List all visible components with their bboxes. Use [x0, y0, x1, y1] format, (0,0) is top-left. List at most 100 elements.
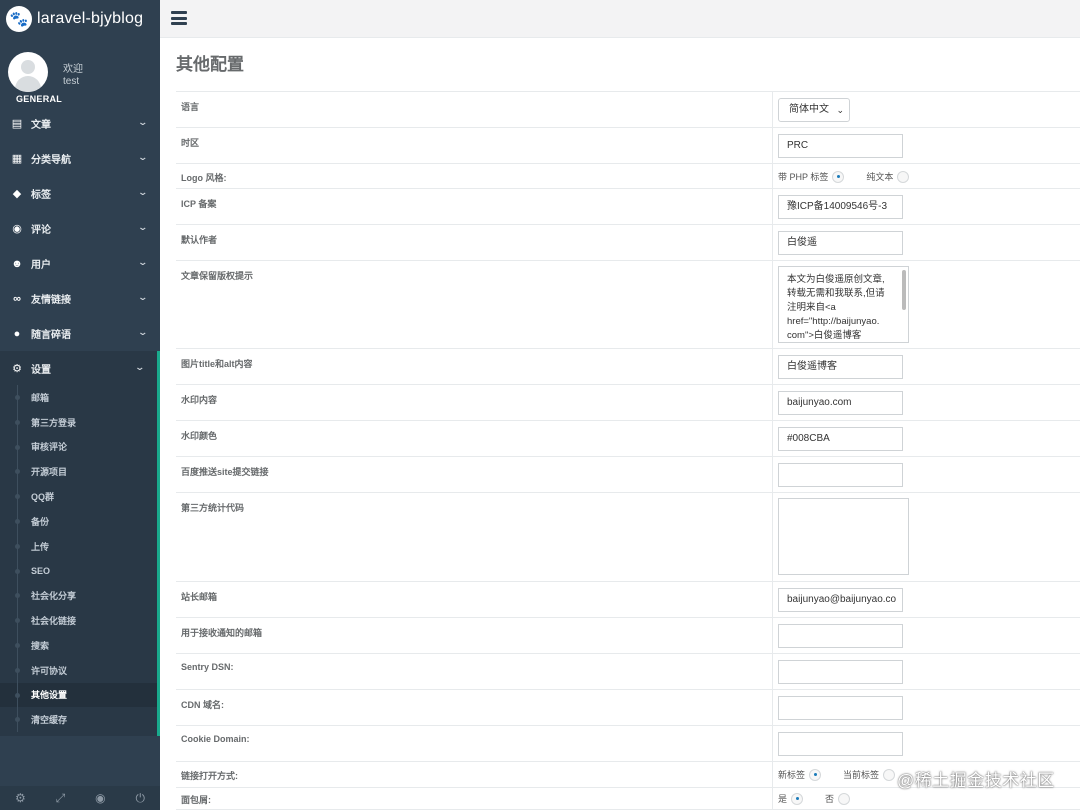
field-label: 语言	[176, 92, 773, 127]
submenu-item-clear-cache[interactable]: 清空缓存	[0, 707, 157, 732]
logo-style-radio-group: 带 PHP 标签 纯文本	[778, 170, 910, 183]
nav-item-tags[interactable]: ◆ 标签 ⌄	[0, 176, 160, 211]
table-row: 默认作者 白俊遥	[176, 225, 1080, 261]
sentry-dsn-input[interactable]	[778, 660, 903, 684]
table-row: 文章保留版权提示 本文为白俊遥原创文章, 转载无需和我联系,但请 注明来自<a …	[176, 261, 1080, 349]
chevron-down-icon: ⌄	[137, 327, 149, 337]
submenu-item-oauth[interactable]: 第三方登录	[0, 409, 157, 435]
chevron-down-icon: ⌄	[134, 362, 146, 372]
nav-label: 文章	[31, 120, 51, 131]
nav-item-settings[interactable]: ⚙ 设置 ⌄	[0, 351, 160, 385]
table-row: Cookie Domain:	[176, 726, 1080, 762]
radio-new-tab[interactable]: 新标签	[778, 768, 822, 781]
cdn-domain-input[interactable]	[778, 696, 903, 720]
expand-icon[interactable]: ⤢	[56, 791, 66, 806]
top-navbar	[160, 0, 1080, 38]
table-row: 第三方统计代码	[176, 493, 1080, 582]
admin-email-input[interactable]: baijunyao@baijunyao.co	[778, 588, 903, 612]
notify-email-input[interactable]	[778, 624, 903, 648]
field-label: 百度推送site提交链接	[176, 457, 773, 492]
submenu-item-share[interactable]: 社会化分享	[0, 583, 157, 608]
chevron-down-icon: ⌄	[137, 187, 149, 197]
watermark-color-input[interactable]: #008CBA	[778, 427, 903, 451]
table-row: 水印内容 baijunyao.com	[176, 385, 1080, 421]
chevron-down-icon: ⌄	[836, 105, 844, 115]
submenu-item-license[interactable]: 许可协议	[0, 657, 157, 683]
copyright-textarea[interactable]: 本文为白俊遥原创文章, 转载无需和我联系,但请 注明来自<a href="htt…	[778, 266, 909, 343]
nav-item-users[interactable]: ☻ 用户 ⌄	[0, 246, 160, 281]
eye-slash-icon[interactable]: ◉	[95, 791, 105, 805]
avatar[interactable]	[8, 52, 48, 92]
brand-name: laravel-bjyblog	[37, 10, 144, 27]
field-label: 默认作者	[176, 225, 773, 260]
field-label: CDN 域名:	[176, 690, 773, 725]
settings-submenu: 邮箱 第三方登录 审核评论 开源项目 QQ群 备份 上传 SEO 社会化分享 社…	[0, 385, 160, 737]
menu-toggle-icon[interactable]	[171, 11, 187, 25]
scrollbar[interactable]	[902, 270, 906, 310]
chevron-down-icon: ⌄	[137, 292, 149, 302]
nav-item-articles[interactable]: ▤ 文章 ⌄	[0, 106, 160, 141]
field-label: 链接打开方式:	[176, 762, 773, 787]
submenu-item-social-links[interactable]: 社会化链接	[0, 608, 157, 633]
author-input[interactable]: 白俊遥	[778, 231, 903, 255]
book-icon: ▤	[11, 118, 23, 130]
link-target-radio-group: 新标签 当前标签	[778, 768, 896, 781]
field-label: 水印内容	[176, 385, 773, 420]
watermark-text-input[interactable]: baijunyao.com	[778, 391, 903, 415]
main-content: 其他配置 语言 简体中文 ⌄ 时区 PRC Logo 风格: 带 PHP 标签 纯…	[160, 38, 1080, 810]
baidu-push-input[interactable]	[778, 463, 903, 487]
submenu-item-qq[interactable]: QQ群	[0, 484, 157, 509]
comments-icon: ◉	[12, 223, 22, 235]
cookie-domain-input[interactable]	[778, 732, 903, 756]
comment-icon: ●	[13, 327, 21, 340]
submenu-item-email[interactable]: 邮箱	[0, 385, 157, 410]
table-row: 站长邮箱 baijunyao@baijunyao.co	[176, 582, 1080, 618]
submenu-item-seo[interactable]: SEO	[0, 558, 157, 584]
submenu-item-review[interactable]: 审核评论	[0, 434, 157, 460]
user-role: GENERAL	[16, 94, 63, 104]
radio-php-tag[interactable]: 带 PHP 标签	[778, 170, 845, 183]
radio-current-tab[interactable]: 当前标签	[843, 768, 896, 781]
table-row: 图片title和alt内容 白俊遥博客	[176, 349, 1080, 385]
chevron-down-icon: ⌄	[137, 222, 149, 232]
nav-label: 设置	[31, 364, 51, 376]
submenu-item-backup[interactable]: 备份	[0, 508, 157, 534]
chevron-down-icon: ⌄	[137, 117, 149, 127]
grid-icon: ▦	[11, 153, 23, 165]
link-icon: ∞	[13, 292, 21, 305]
paw-icon: 🐾	[6, 6, 32, 32]
submenu-item-opensource[interactable]: 开源项目	[0, 459, 157, 484]
field-label: 面包屑:	[176, 788, 773, 809]
nav-item-links[interactable]: ∞ 友情链接 ⌄	[0, 281, 160, 316]
users-icon: ☻	[11, 257, 23, 270]
radio-plain-text[interactable]: 纯文本	[866, 170, 910, 183]
field-label: Sentry DSN:	[176, 654, 773, 689]
stats-code-textarea[interactable]	[778, 498, 909, 575]
nav-item-comments[interactable]: ◉ 评论 ⌄	[0, 211, 160, 246]
config-table: 语言 简体中文 ⌄ 时区 PRC Logo 风格: 带 PHP 标签 纯文本 IC…	[176, 91, 1080, 810]
gear-icon[interactable]: ⚙	[15, 791, 26, 805]
nav-label: 友情链接	[31, 295, 71, 306]
chevron-down-icon: ⌄	[137, 257, 149, 267]
field-label: 时区	[176, 128, 773, 163]
table-row: 用于接收通知的邮箱	[176, 618, 1080, 654]
field-label: 站长邮箱	[176, 582, 773, 617]
radio-yes[interactable]: 是	[778, 792, 804, 805]
radio-no[interactable]: 否	[825, 792, 851, 805]
table-row: ICP 备案 豫ICP备14009546号-3	[176, 189, 1080, 225]
submenu-item-upload[interactable]: 上传	[0, 533, 157, 559]
field-label: Logo 风格:	[176, 164, 773, 188]
nav-item-categories[interactable]: ▦ 分类导航 ⌄	[0, 141, 160, 176]
username[interactable]: test	[63, 76, 79, 87]
brand[interactable]: 🐾 laravel-bjyblog	[0, 0, 160, 38]
timezone-input[interactable]: PRC	[778, 134, 903, 158]
table-row: 百度推送site提交链接	[176, 457, 1080, 493]
img-alt-input[interactable]: 白俊遥博客	[778, 355, 903, 379]
power-icon[interactable]: ⏻	[136, 791, 146, 806]
language-select[interactable]: 简体中文 ⌄	[778, 98, 850, 122]
nav-item-chat[interactable]: ● 随言碎语 ⌄	[0, 316, 160, 351]
submenu-item-other-settings[interactable]: 其他设置	[0, 682, 157, 708]
icp-input[interactable]: 豫ICP备14009546号-3	[778, 195, 903, 219]
submenu-item-search[interactable]: 搜索	[0, 632, 157, 658]
field-label: 第三方统计代码	[176, 493, 773, 581]
